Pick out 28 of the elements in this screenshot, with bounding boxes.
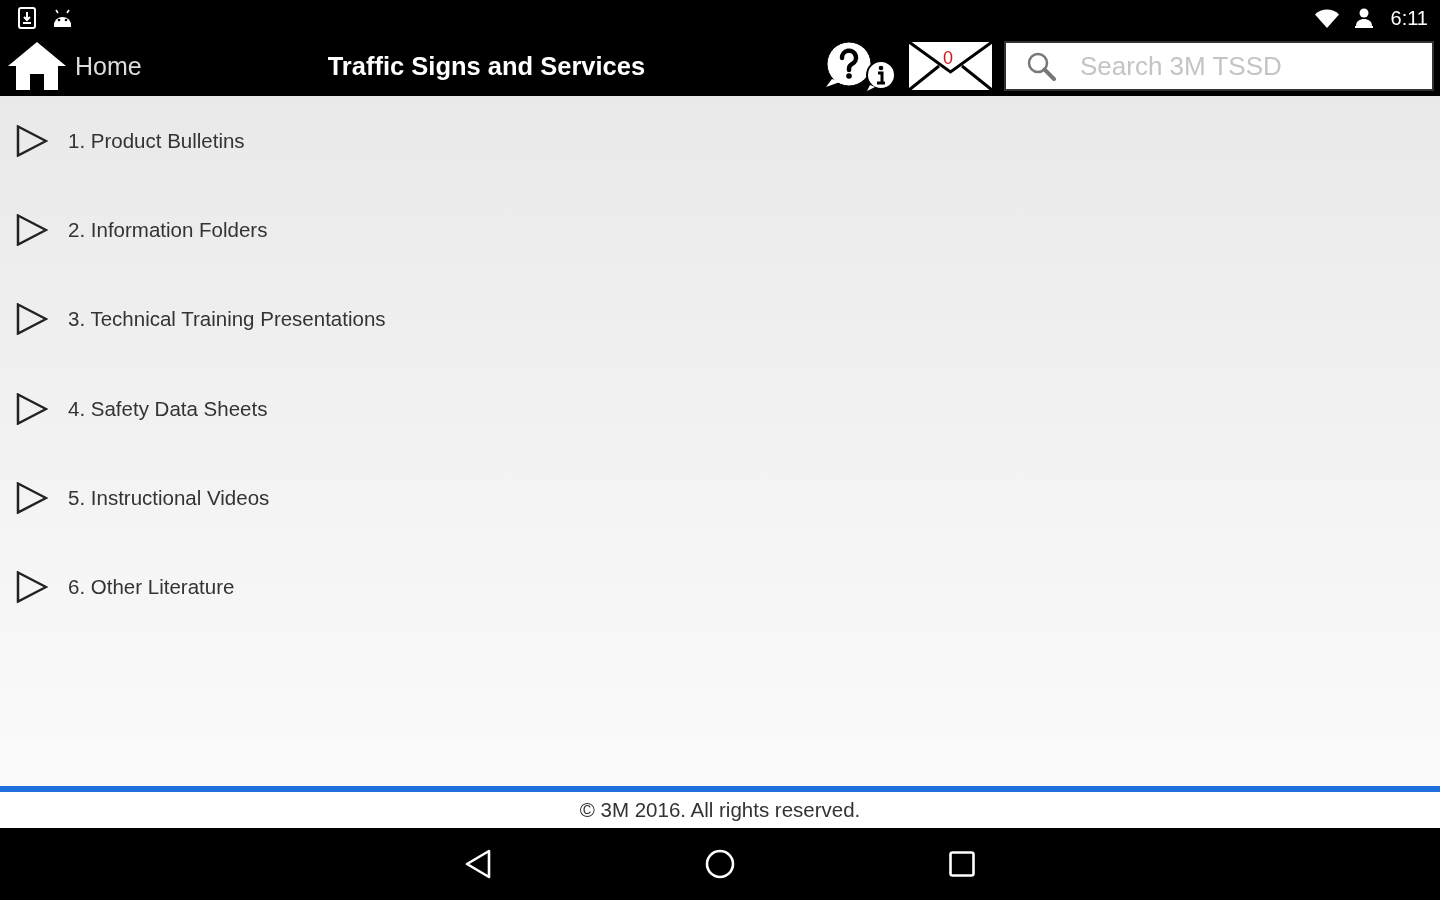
list-item[interactable]: 2. Information Folders — [0, 213, 268, 246]
house-icon — [8, 42, 66, 90]
list-item[interactable]: 1. Product Bulletins — [0, 124, 245, 157]
help-info-button[interactable] — [824, 41, 897, 91]
app-title: Traffic Signs and Services — [327, 51, 646, 81]
list-item[interactable]: 4. Safety Data Sheets — [0, 392, 268, 425]
help-info-bubbles-icon — [824, 41, 897, 91]
mail-count: 0 — [943, 49, 953, 67]
home-button[interactable]: Home — [8, 42, 142, 90]
back-button[interactable] — [465, 849, 491, 879]
search-icon — [1026, 51, 1056, 81]
mail-button[interactable] — [907, 40, 994, 92]
copyright-text: © 3M 2016. All rights reserved. — [579, 798, 861, 822]
home-nav-button[interactable] — [705, 849, 735, 879]
robot-head-icon — [53, 9, 72, 27]
download-phone-icon — [17, 7, 37, 29]
person-icon — [1354, 8, 1373, 28]
back-icon — [465, 849, 491, 879]
list-item[interactable]: 6. Other Literature — [0, 571, 235, 604]
clock-time: 6:11 — [1390, 6, 1428, 30]
envelope-icon — [907, 40, 994, 92]
circle-home-icon — [705, 849, 735, 879]
list-item[interactable]: 3. Technical Training Presentations — [0, 303, 386, 336]
square-recents-icon — [949, 851, 975, 877]
search-field[interactable]: Search 3M TSSD — [1004, 41, 1434, 91]
wifi-icon — [1314, 8, 1339, 28]
list-item[interactable]: 5. Instructional Videos — [0, 481, 270, 514]
recents-button[interactable] — [949, 851, 975, 877]
